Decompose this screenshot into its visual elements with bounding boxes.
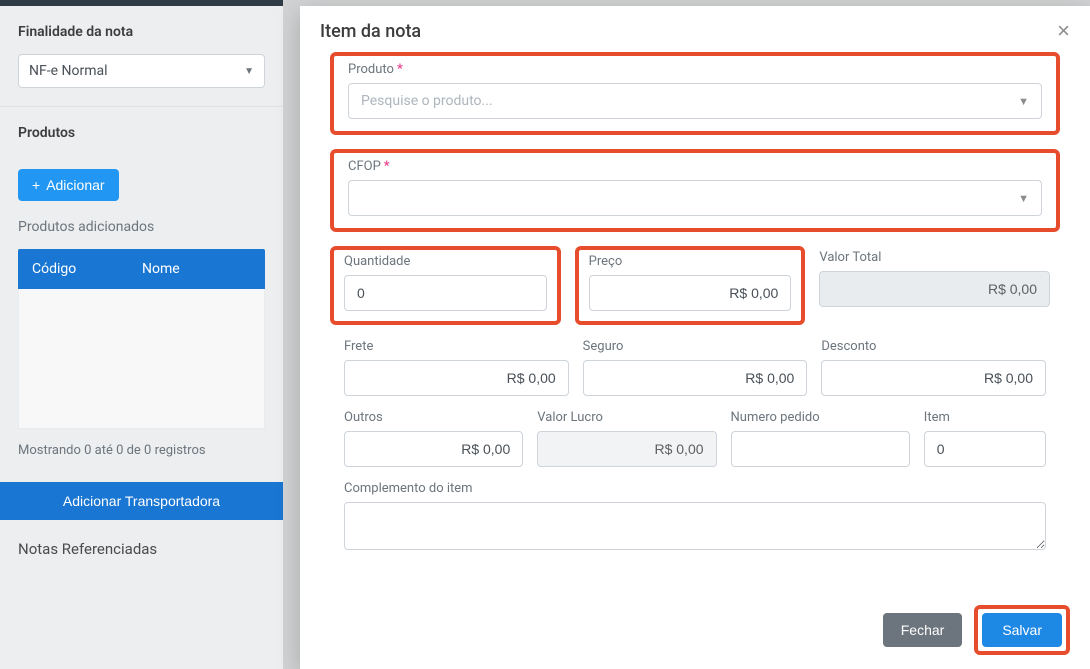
finalidade-select[interactable]: NF-e Normal ▼ (18, 54, 265, 88)
add-button-label: Adicionar (46, 177, 104, 193)
th-nome: Nome (128, 261, 265, 277)
added-products-label: Produtos adicionados (18, 219, 265, 235)
item-input[interactable] (924, 431, 1046, 467)
produtos-section: Produtos + Adicionar Produtos adicionado… (0, 107, 283, 474)
modal-header: Item da nota × (300, 6, 1090, 52)
complemento-label: Complemento do item (344, 481, 1046, 496)
valor-total-label: Valor Total (819, 250, 1050, 265)
outros-input[interactable] (344, 431, 523, 467)
required-star: * (397, 62, 403, 77)
produto-highlight: Produto * Pesquise o produto... ▼ (330, 52, 1060, 135)
salvar-highlight: Salvar (974, 605, 1070, 655)
add-transportadora-label: Adicionar Transportadora (63, 493, 220, 509)
seguro-label: Seguro (583, 339, 808, 354)
add-transportadora-button[interactable]: Adicionar Transportadora (0, 482, 283, 520)
chevron-down-icon: ▼ (1018, 95, 1029, 108)
cfop-select[interactable]: ▼ (348, 180, 1042, 216)
salvar-button[interactable]: Salvar (982, 613, 1062, 647)
required-star: * (384, 159, 390, 174)
frete-label: Frete (344, 339, 569, 354)
products-table-body (18, 289, 265, 429)
desconto-label: Desconto (821, 339, 1046, 354)
frete-input[interactable] (344, 360, 569, 396)
produto-placeholder: Pesquise o produto... (361, 93, 493, 109)
quantidade-highlight: Quantidade (330, 246, 561, 325)
complemento-section: Complemento do item (330, 481, 1060, 554)
cfop-label: CFOP * (348, 159, 1042, 174)
products-table-header: Código Nome (18, 249, 265, 289)
table-footer-text: Mostrando 0 até 0 de 0 registros (18, 429, 265, 458)
background-page: Finalidade da nota NF-e Normal ▼ Produto… (0, 0, 283, 669)
outros-label: Outros (344, 410, 523, 425)
valor-total-input (819, 271, 1050, 307)
desconto-input[interactable] (821, 360, 1046, 396)
produto-select[interactable]: Pesquise o produto... ▼ (348, 83, 1042, 119)
plus-icon: + (32, 177, 40, 193)
row-outros-lucro-pedido-item: Outros Valor Lucro Numero pedido Item (330, 410, 1060, 467)
row-qty-price-total: Quantidade Preço Valor Total (330, 246, 1060, 325)
add-product-button[interactable]: + Adicionar (18, 169, 119, 201)
quantidade-input[interactable] (344, 275, 547, 311)
numero-pedido-input[interactable] (731, 431, 910, 467)
close-icon[interactable]: × (1057, 20, 1070, 42)
modal-title: Item da nota (320, 21, 421, 42)
preco-label: Preço (589, 254, 792, 269)
produto-label: Produto * (348, 62, 1042, 77)
fechar-label: Fechar (901, 622, 945, 638)
finalidade-label: Finalidade da nota (18, 24, 265, 40)
cfop-highlight: CFOP * ▼ (330, 149, 1060, 232)
modal-footer: Fechar Salvar (300, 593, 1090, 669)
salvar-label: Salvar (1002, 622, 1042, 638)
seguro-input[interactable] (583, 360, 808, 396)
chevron-down-icon: ▼ (244, 66, 254, 77)
quantidade-label: Quantidade (344, 254, 547, 269)
finalidade-value: NF-e Normal (29, 63, 108, 79)
preco-highlight: Preço (575, 246, 806, 325)
fechar-button[interactable]: Fechar (883, 613, 963, 647)
finalidade-section: Finalidade da nota NF-e Normal ▼ (0, 6, 283, 107)
complemento-textarea[interactable] (344, 502, 1046, 550)
preco-input[interactable] (589, 275, 792, 311)
valor-lucro-label: Valor Lucro (537, 410, 716, 425)
notas-referenciadas-title: Notas Referenciadas (0, 520, 283, 578)
numero-pedido-label: Numero pedido (731, 410, 910, 425)
valor-lucro-input (537, 431, 716, 467)
th-codigo: Código (18, 261, 128, 277)
item-modal: Item da nota × Produto * Pesquise o prod… (300, 6, 1090, 669)
row-frete-seguro-desconto: Frete Seguro Desconto (330, 339, 1060, 396)
produtos-title: Produtos (18, 125, 265, 141)
modal-body: Produto * Pesquise o produto... ▼ CFOP *… (300, 52, 1090, 593)
item-label: Item (924, 410, 1046, 425)
chevron-down-icon: ▼ (1018, 192, 1029, 205)
